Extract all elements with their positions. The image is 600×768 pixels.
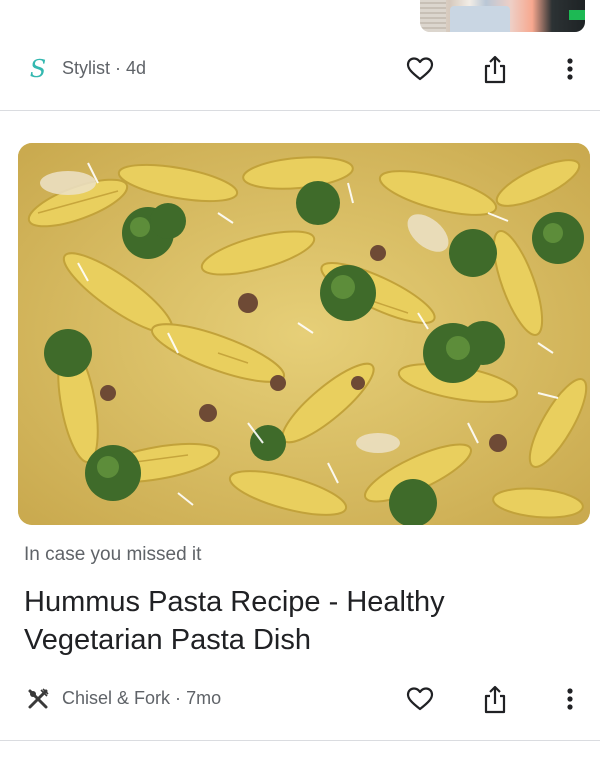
crossed-utensils-icon (26, 686, 50, 712)
thumbnail-fragment (569, 10, 585, 20)
share-button[interactable] (479, 53, 511, 85)
thumbnail-fragment (420, 0, 446, 32)
card-divider (0, 110, 600, 111)
more-vert-icon (567, 58, 573, 80)
heart-icon (406, 687, 434, 711)
like-button[interactable] (404, 53, 436, 85)
section-kicker: In case you missed it (24, 544, 202, 565)
share-icon (484, 55, 506, 84)
article-headline[interactable]: Hummus Pasta Recipe - Healthy Vegetarian… (24, 583, 564, 659)
current-card-meta: Chisel & Fork · 7mo (0, 675, 600, 723)
pasta-broccoli-photo[interactable] (18, 143, 590, 525)
current-card-source-line: Chisel & Fork · 7mo (62, 688, 221, 709)
share-icon (484, 685, 506, 714)
more-vert-icon (567, 688, 573, 710)
age-label: 4d (126, 58, 147, 78)
more-options-button[interactable] (554, 53, 586, 85)
separator-dot: · (115, 58, 122, 78)
news-feed: S Stylist · 4d In case you missed it Hum… (0, 0, 600, 768)
source-name[interactable]: Stylist (62, 58, 110, 78)
more-options-button[interactable] (554, 683, 586, 715)
thumbnail-fragment (450, 6, 510, 32)
previous-card-thumbnail[interactable] (420, 0, 585, 32)
card-divider (0, 740, 600, 741)
stylist-s-icon: S (26, 56, 50, 82)
previous-card-source-line: Stylist · 4d (62, 58, 146, 79)
age-label: 7mo (186, 688, 222, 708)
like-button[interactable] (404, 683, 436, 715)
heart-icon (406, 57, 434, 81)
separator-dot: · (175, 688, 182, 708)
source-name[interactable]: Chisel & Fork (62, 688, 170, 708)
share-button[interactable] (479, 683, 511, 715)
svg-text:S: S (30, 56, 46, 82)
previous-card-meta: S Stylist · 4d (0, 45, 600, 93)
